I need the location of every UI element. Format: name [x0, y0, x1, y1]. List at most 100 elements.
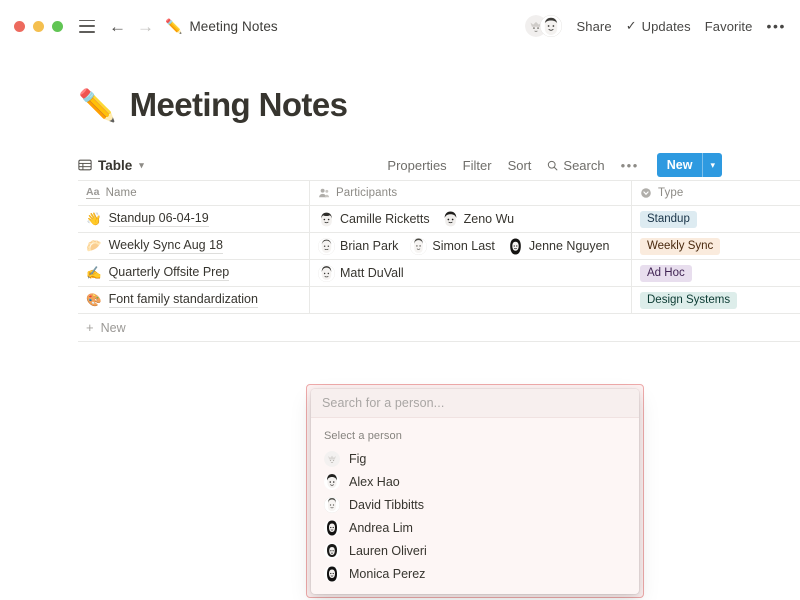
search-button[interactable]: Search — [547, 158, 604, 173]
row-name-text[interactable]: Quarterly Offsite Prep — [109, 265, 230, 281]
table-header-row: Aa Name Participants — [78, 181, 800, 206]
view-tab-table[interactable]: Table ▾ — [78, 158, 144, 173]
avatar-person[interactable] — [540, 15, 562, 37]
cell-participants[interactable] — [310, 287, 632, 313]
row-name-text[interactable]: Weekly Sync Aug 18 — [109, 238, 223, 254]
person-picker-popup: Search for a person... Select a person F… — [311, 389, 639, 594]
forward-arrow-icon[interactable]: → — [137, 18, 154, 35]
plus-icon: + — [86, 321, 94, 334]
updates-button[interactable]: ✓ Updates — [626, 18, 691, 34]
status-badge: Design Systems — [640, 292, 737, 309]
table-row[interactable]: ✍️ Quarterly Offsite Prep Matt DuVall — [78, 260, 800, 287]
participant-name: Brian Park — [340, 239, 398, 253]
maximize-window-button[interactable] — [52, 21, 63, 32]
collaborator-avatars — [525, 15, 562, 37]
status-badge: Standup — [640, 211, 697, 228]
avatar-person — [318, 265, 335, 282]
cell-participants[interactable]: Camille Ricketts Zeno Wu — [310, 206, 632, 232]
new-button[interactable]: New ▾ — [657, 153, 722, 177]
column-header-name[interactable]: Aa Name — [78, 181, 310, 205]
add-new-row-label: New — [101, 321, 126, 335]
cell-participants[interactable]: Matt DuVall — [310, 260, 632, 286]
properties-button[interactable]: Properties — [387, 158, 446, 173]
list-item[interactable]: Monica Perez — [311, 562, 639, 585]
avatar-person — [324, 474, 340, 490]
status-badge: Ad Hoc — [640, 265, 692, 282]
search-icon — [547, 160, 558, 171]
participant-name: Camille Ricketts — [340, 212, 430, 226]
column-header-participants[interactable]: Participants — [310, 181, 632, 205]
table-icon — [78, 158, 92, 172]
row-name-text[interactable]: Standup 06-04-19 — [109, 211, 209, 227]
table-row[interactable]: 🎨 Font family standardization Design Sys… — [78, 287, 800, 314]
window-titlebar: ← → ✏️ Meeting Notes Share ✓ Up — [0, 0, 800, 52]
participant-chip[interactable]: Matt DuVall — [318, 265, 404, 282]
cell-type[interactable]: Ad Hoc — [632, 260, 800, 286]
avatar-person — [318, 238, 335, 255]
list-item[interactable]: Lauren Oliveri — [311, 539, 639, 562]
person-name: Andrea Lim — [349, 521, 413, 535]
sort-button[interactable]: Sort — [508, 158, 532, 173]
page-title-text[interactable]: Meeting Notes — [130, 86, 348, 124]
traffic-lights — [14, 21, 63, 32]
column-header-type[interactable]: Type — [632, 181, 800, 205]
list-item[interactable]: Alex Hao — [311, 470, 639, 493]
breadcrumb-emoji-icon: ✏️ — [165, 18, 182, 35]
participant-chip[interactable]: Camille Ricketts — [318, 211, 430, 228]
filter-button[interactable]: Filter — [463, 158, 492, 173]
view-more-icon[interactable]: ••• — [621, 159, 639, 172]
cell-type[interactable]: Standup — [632, 206, 800, 232]
avatar-person — [324, 520, 340, 536]
participant-chip[interactable]: Brian Park — [318, 238, 398, 255]
table-row[interactable]: 👋 Standup 06-04-19 Camille Ricketts — [78, 206, 800, 233]
view-actions: Properties Filter Sort Search ••• New ▾ — [387, 153, 722, 177]
close-window-button[interactable] — [14, 21, 25, 32]
row-emoji-icon: 🎨 — [86, 293, 102, 308]
minimize-window-button[interactable] — [33, 21, 44, 32]
avatar-person — [507, 238, 524, 255]
participant-name: Simon Last — [432, 239, 495, 253]
database-table: Aa Name Participants — [78, 180, 800, 342]
table-row[interactable]: 🥟 Weekly Sync Aug 18 Brian Park — [78, 233, 800, 260]
row-name-text[interactable]: Font family standardization — [109, 292, 258, 308]
person-name: Lauren Oliveri — [349, 544, 427, 558]
participant-chip[interactable]: Simon Last — [410, 238, 495, 255]
select-circle-icon — [640, 187, 652, 199]
avatar-person — [318, 211, 335, 228]
cell-name[interactable]: 🥟 Weekly Sync Aug 18 — [78, 233, 310, 259]
avatar-person — [410, 238, 427, 255]
person-name: David Tibbitts — [349, 498, 424, 512]
list-item[interactable]: Fig — [311, 447, 639, 470]
back-arrow-icon[interactable]: ← — [109, 18, 126, 35]
person-icon — [318, 187, 330, 199]
person-name: Alex Hao — [349, 475, 400, 489]
page-emoji-icon[interactable]: ✏️ — [78, 90, 117, 121]
person-name: Monica Perez — [349, 567, 425, 581]
participant-chip[interactable]: Jenne Nguyen — [507, 238, 610, 255]
new-button-label: New — [657, 153, 703, 177]
more-options-icon[interactable]: ••• — [766, 19, 786, 33]
sidebar-toggle-icon[interactable] — [79, 20, 95, 33]
column-header-name-label: Name — [106, 187, 137, 199]
share-button[interactable]: Share — [576, 19, 611, 34]
titlebar-actions: Share ✓ Updates Favorite ••• — [525, 0, 786, 52]
favorite-button[interactable]: Favorite — [705, 19, 753, 34]
add-new-row-button[interactable]: + New — [78, 314, 800, 342]
row-emoji-icon: 👋 — [86, 212, 102, 227]
list-item[interactable]: David Tibbitts — [311, 493, 639, 516]
cell-name[interactable]: ✍️ Quarterly Offsite Prep — [78, 260, 310, 286]
list-item[interactable]: Andrea Lim — [311, 516, 639, 539]
avatar-person — [442, 211, 459, 228]
breadcrumb[interactable]: Meeting Notes — [189, 19, 277, 34]
check-icon: ✓ — [626, 18, 637, 34]
cell-participants[interactable]: Brian Park Simon Last — [310, 233, 632, 259]
new-button-chevron-down-icon[interactable]: ▾ — [703, 153, 722, 177]
cell-name[interactable]: 🎨 Font family standardization — [78, 287, 310, 313]
participant-name: Jenne Nguyen — [529, 239, 610, 253]
cell-name[interactable]: 👋 Standup 06-04-19 — [78, 206, 310, 232]
person-search-input[interactable]: Search for a person... — [311, 389, 639, 418]
participant-name: Matt DuVall — [340, 266, 404, 280]
cell-type[interactable]: Weekly Sync — [632, 233, 800, 259]
participant-chip[interactable]: Zeno Wu — [442, 211, 515, 228]
cell-type[interactable]: Design Systems — [632, 287, 800, 313]
